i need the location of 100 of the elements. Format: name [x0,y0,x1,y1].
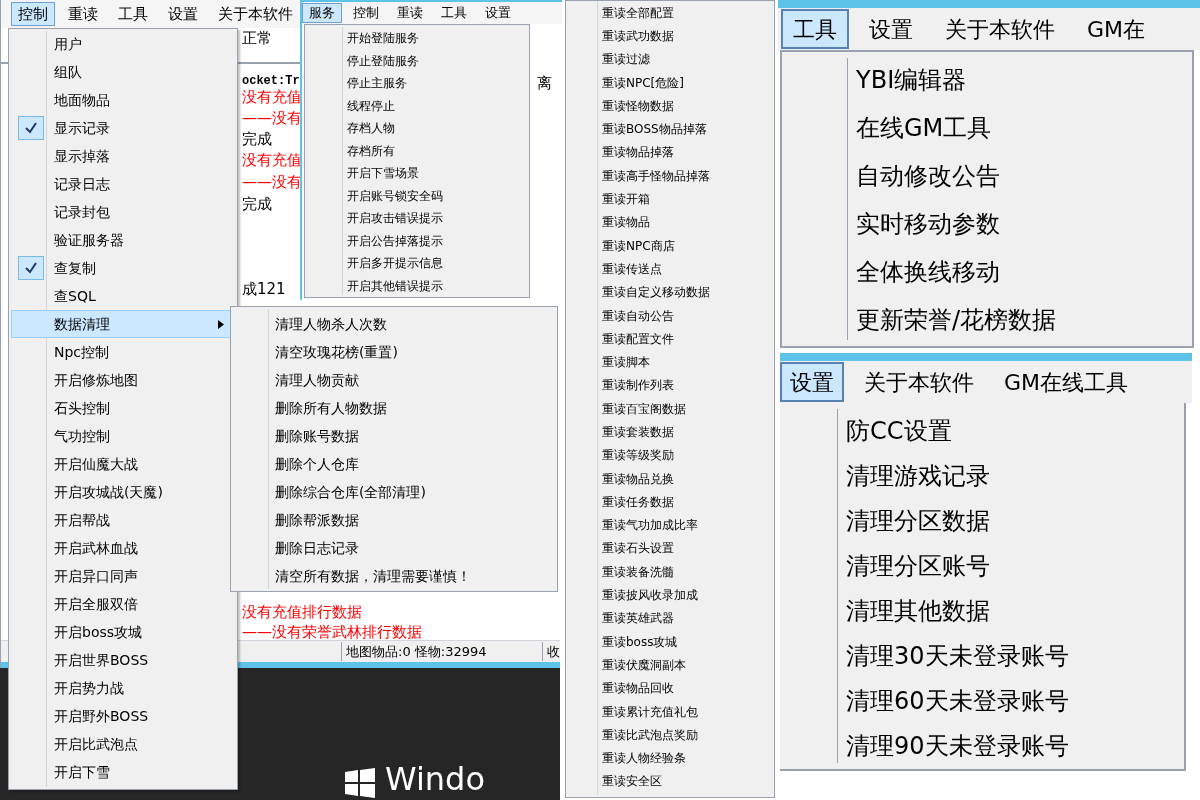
menu-item[interactable]: 清理分区数据 [846,498,1184,543]
checkbox-checked[interactable] [18,256,44,280]
menu-item[interactable]: 清理90天未登录账号 [846,723,1184,768]
menu-item[interactable]: 重读累计充值礼包 [602,699,774,724]
menu-item[interactable]: 重读制作列表 [602,373,774,398]
menu-item[interactable]: 重读自定义移动数据 [602,280,774,304]
menu-bar-item[interactable]: 工具 [111,2,155,26]
menu-item[interactable]: 重读NPC[危险] [602,70,774,95]
menu-item[interactable]: 开启账号锁安全码 [347,184,443,207]
menu-bar-item[interactable]: GM在线工具 [994,362,1139,402]
menu-item[interactable]: 清理人物贡献 [275,366,557,394]
menu-item[interactable]: 重读石头设置 [602,536,774,561]
menu-item[interactable]: 重读开箱 [602,187,774,211]
menu-item[interactable]: 开启全服双倍 [11,590,235,618]
menu-bar-item[interactable]: 关于本软件 [211,2,300,26]
menu-item[interactable]: 开启势力战 [11,674,235,702]
menu-item[interactable]: 清理游戏记录 [846,453,1184,498]
menu-item[interactable]: 开启比武泡点 [11,730,235,758]
menu-item[interactable]: 重读安全区 [602,769,774,794]
menu-bar-item[interactable]: 重读 [390,3,430,23]
menu-item[interactable]: 线程停止 [347,94,443,117]
menu-item[interactable]: 清空所有数据，清理需要谨慎！ [275,562,557,590]
menu-item[interactable]: 重读全部配置 [602,1,774,25]
menu-bar-item[interactable]: 控制 [346,3,386,23]
menu-item[interactable]: 重读物品掉落 [602,140,774,165]
menu-item[interactable]: 自动修改公告 [856,152,1192,200]
menu-item[interactable]: 记录封包 [11,198,235,226]
menu-item[interactable]: 开启下雪 [11,758,235,786]
menu-item[interactable]: 用户 [11,30,235,58]
menu-item[interactable]: 停止主服务 [347,72,443,95]
menu-item[interactable]: 停止登陆服务 [347,49,443,72]
menu-bar-item[interactable]: 关于本软件 [933,9,1067,49]
menu-item[interactable]: 重读武功数据 [602,24,774,48]
menu-item[interactable]: 重读BOSS物品掉落 [602,117,774,141]
menu-item[interactable]: 重读boss攻城 [602,630,774,654]
menu-item[interactable]: 删除帮派数据 [275,506,557,534]
menu-item[interactable]: 开启boss攻城 [11,618,235,646]
menu-item[interactable]: 重读伏魔洞副本 [602,653,774,677]
menu-item[interactable]: 重读NPC商店 [602,233,774,258]
menu-bar-item[interactable]: 设置 [857,9,925,49]
menu-item[interactable]: 显示掉落 [11,142,235,170]
menu-item[interactable]: 删除账号数据 [275,422,557,450]
menu-bar-item[interactable]: 服务 [302,3,342,23]
checkbox-checked[interactable] [18,116,44,140]
menu-item[interactable]: 实时移动参数 [856,200,1192,248]
menu-item[interactable]: 开启世界BOSS [11,646,235,674]
menu-item[interactable]: 全体换线移动 [856,248,1192,296]
menu-item[interactable]: 重读物品 [602,210,774,234]
menu-item[interactable]: 显示记录 [11,114,235,142]
menu-item[interactable]: 防CC设置 [846,408,1184,453]
menu-item[interactable]: 查复制 [11,254,235,282]
menu-item[interactable]: 开启攻击错误提示 [347,207,443,230]
menu-item[interactable]: 开启下雪场景 [347,162,443,185]
menu-bar-item[interactable]: 控制 [11,2,55,26]
menu-bar-item[interactable]: GM在 [1075,9,1158,49]
menu-item[interactable]: 记录日志 [11,170,235,198]
menu-item[interactable]: 重读怪物数据 [602,94,774,118]
menu-item[interactable]: 重读物品兑换 [602,466,774,491]
menu-bar-item[interactable]: 关于本软件 [854,362,984,402]
menu-item[interactable]: 开始登陆服务 [347,27,443,50]
menu-item[interactable]: 开启公告掉落提示 [347,229,443,252]
menu-item[interactable]: 重读等级奖励 [602,443,774,467]
menu-item[interactable]: 开启野外BOSS [11,702,235,730]
menu-item[interactable]: 删除日志记录 [275,534,557,562]
menu-item[interactable]: 删除个人仓库 [275,450,557,478]
menu-item[interactable]: 删除所有人物数据 [275,394,557,422]
menu-item[interactable]: 重读配置文件 [602,327,774,351]
menu-item[interactable]: 清理分区账号 [846,543,1184,588]
menu-item[interactable]: 重读高手怪物品掉落 [602,164,774,188]
menu-item[interactable]: 清理人物杀人次数 [275,310,557,338]
menu-item[interactable]: 删除综合仓库(全部清理) [275,478,557,506]
menu-item[interactable]: 重读比武泡点奖励 [602,723,774,747]
menu-item[interactable]: 清理30天未登录账号 [846,633,1184,678]
menu-bar-item[interactable]: 工具 [781,9,849,49]
menu-item[interactable]: 在线GM工具 [856,104,1192,152]
menu-item[interactable]: 重读百宝阁数据 [602,397,774,421]
menu-bar-item[interactable]: 设置 [478,3,518,23]
menu-item[interactable]: 重读人物经验条 [602,746,774,770]
menu-bar-item[interactable]: 设置 [780,362,844,402]
menu-item[interactable]: 存档所有 [347,139,443,162]
menu-item[interactable]: 重读英雄武器 [602,606,774,630]
menu-item[interactable]: 开启多开提示信息 [347,252,443,275]
menu-item[interactable]: 重读过滤 [602,47,774,71]
menu-item[interactable]: 清空玫瑰花榜(重置) [275,338,557,366]
menu-bar-item[interactable]: 设置 [161,2,205,26]
menu-item[interactable]: 重读任务数据 [602,490,774,514]
menu-item[interactable]: 重读气功加成比率 [602,513,774,537]
menu-item[interactable]: 开启其他错误提示 [347,274,443,297]
menu-item[interactable]: 清理其他数据 [846,588,1184,633]
menu-item[interactable]: 重读套装数据 [602,420,774,444]
menu-item[interactable]: 清理60天未登录账号 [846,678,1184,723]
menu-item[interactable]: 重读物品回收 [602,676,774,700]
menu-item[interactable]: YBI编辑器 [856,56,1192,104]
menu-item[interactable]: 组队 [11,58,235,86]
menu-item[interactable]: 地面物品 [11,86,235,114]
menu-item[interactable]: 重读自动公告 [602,303,774,328]
menu-bar-item[interactable]: 重读 [61,2,105,26]
menu-item[interactable]: 重读装备洗髓 [602,560,774,584]
menu-item[interactable]: 重读传送点 [602,257,774,281]
menu-item[interactable]: 验证服务器 [11,226,235,254]
